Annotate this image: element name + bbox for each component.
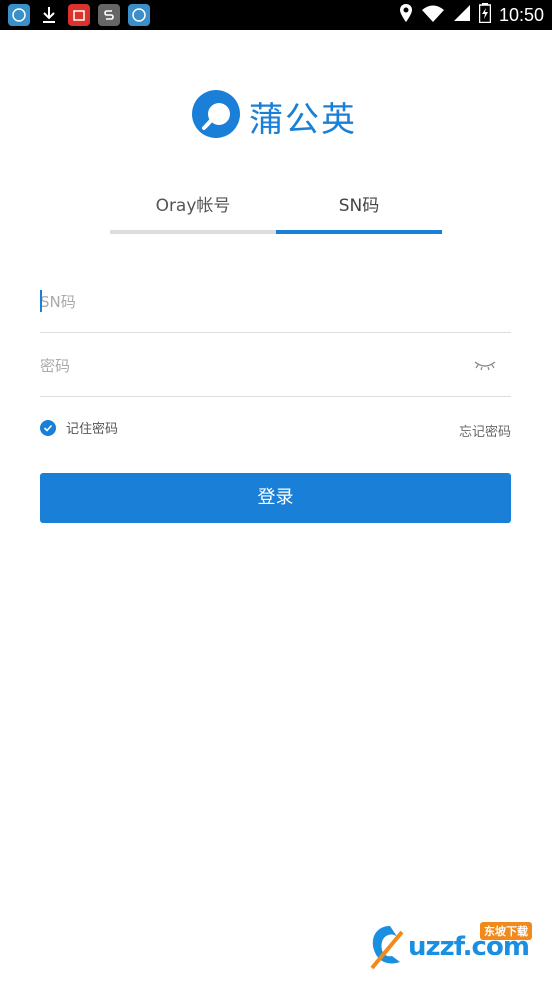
- watermark-logo-icon: [370, 926, 404, 970]
- app-icon: [128, 4, 150, 26]
- wifi-icon: [421, 4, 445, 26]
- eye-closed-icon[interactable]: [473, 356, 497, 374]
- s-app-icon: [98, 4, 120, 26]
- checkbox-checked-icon[interactable]: [40, 419, 56, 436]
- login-button[interactable]: 登录: [40, 473, 511, 523]
- watermark: uzzf.com 东坡下载: [368, 918, 546, 976]
- status-bar: 10:50: [0, 0, 552, 30]
- notification-area: [8, 4, 150, 26]
- location-icon: [399, 3, 413, 27]
- app-name: 蒲公英: [249, 100, 357, 140]
- login-tabs: Oray帐号 SN码: [110, 186, 442, 236]
- dandelion-logo-icon: [192, 90, 240, 138]
- download-icon: [38, 4, 60, 26]
- sn-field: [40, 272, 511, 333]
- password-input[interactable]: [40, 354, 460, 378]
- password-field: [40, 336, 511, 397]
- login-options: 记住密码 忘记密码: [40, 418, 511, 442]
- system-status: 10:50: [399, 3, 544, 27]
- app-logo: 蒲公英: [190, 86, 370, 142]
- remember-password[interactable]: 记住密码: [40, 418, 118, 437]
- text-cursor: [40, 290, 42, 312]
- watermark-badge: 东坡下载: [480, 922, 532, 940]
- sn-input[interactable]: [40, 290, 460, 314]
- signal-icon: [453, 4, 471, 26]
- battery-icon: [478, 3, 492, 27]
- app-icon: [8, 4, 30, 26]
- clock: 10:50: [498, 4, 544, 25]
- tab-oray-account[interactable]: Oray帐号: [110, 186, 276, 232]
- forgot-password-link[interactable]: 忘记密码: [459, 421, 511, 440]
- tab-sn-code[interactable]: SN码: [276, 186, 442, 232]
- remember-password-label: 记住密码: [66, 422, 119, 437]
- tab-indicator: [276, 230, 442, 234]
- store-icon: [68, 4, 90, 26]
